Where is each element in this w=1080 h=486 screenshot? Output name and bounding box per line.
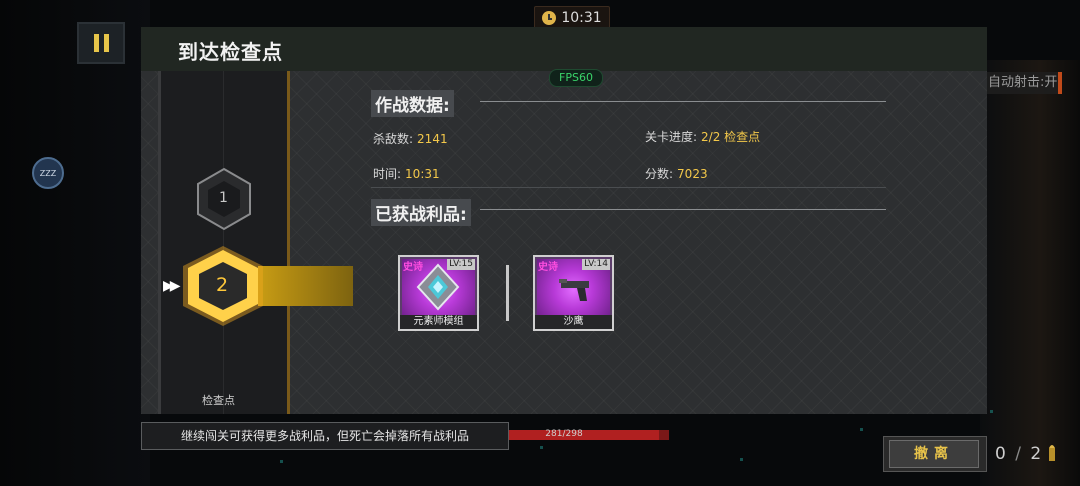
loot-warning-hint: 继续闯关可获得更多战利品，但死亡会掉落所有战利品 xyxy=(141,422,509,450)
background-speck xyxy=(860,428,863,431)
ammo-separator: / xyxy=(1015,444,1023,464)
panel-title: 到达检查点 xyxy=(178,40,283,64)
stat-progress: 关卡进度: 2/2 检查点 xyxy=(645,128,760,145)
auto-fire-label: 自动射击:开 xyxy=(988,75,1058,90)
checkpoint-node-1-number: 1 xyxy=(219,190,228,206)
ammo-max: 2 xyxy=(1030,444,1044,464)
section-divider xyxy=(480,101,886,102)
stat-kills-label: 杀敌数: xyxy=(373,132,414,146)
checkpoint-progress-highlight xyxy=(258,266,353,306)
stat-score: 分数: 7023 xyxy=(645,165,708,182)
sleep-status-text: ZZZ xyxy=(39,168,57,178)
background-speck xyxy=(540,446,543,449)
stat-progress-value: 2/2 检查点 xyxy=(701,130,761,144)
stat-progress-label: 关卡进度: xyxy=(645,130,698,144)
stat-time: 时间: 10:31 xyxy=(373,165,440,182)
background-speck xyxy=(280,460,283,463)
sleep-status-icon: ZZZ xyxy=(32,157,64,189)
loot-item-rarity: 史诗 xyxy=(538,262,558,273)
loot-item-name: 沙鹰 xyxy=(535,315,612,329)
pause-icon-bar xyxy=(103,34,109,52)
stat-score-label: 分数: xyxy=(645,167,674,181)
loot-item-level: LV:15 xyxy=(447,259,475,270)
current-checkpoint-arrow-icon: ▶▶ xyxy=(163,278,180,294)
checkpoint-track xyxy=(158,71,290,414)
loot-item[interactable]: 史诗 LV:15 元素师模组 xyxy=(398,255,479,331)
stat-time-value: 10:31 xyxy=(405,167,440,181)
track-centerline xyxy=(223,71,224,414)
ammo-counter: 0 / 2 xyxy=(995,444,1043,464)
track-edge xyxy=(287,71,290,414)
stat-score-value: 7023 xyxy=(677,167,708,181)
background-left xyxy=(0,0,150,486)
background-speck xyxy=(990,410,993,413)
combat-data-title: 作战数据: xyxy=(371,90,454,117)
evacuate-button[interactable]: 撤离 xyxy=(889,440,979,468)
clock-time: 10:31 xyxy=(561,10,602,26)
loot-item-name: 元素师模组 xyxy=(400,315,477,329)
loot-item[interactable]: 史诗 LV:14 沙鹰 xyxy=(533,255,614,331)
stats-divider xyxy=(371,187,886,188)
section-divider xyxy=(480,209,886,210)
stat-kills-value: 2141 xyxy=(417,132,448,146)
checkpoint-label: 检查点 xyxy=(202,394,235,407)
loot-title: 已获战利品: xyxy=(371,199,471,226)
checkpoint-node-2-number: 2 xyxy=(216,274,229,296)
stat-time-label: 时间: xyxy=(373,167,402,181)
player-health-text: 281/298 xyxy=(545,429,583,439)
pause-icon-bar xyxy=(93,34,99,52)
auto-fire-toggle[interactable]: 自动射击:开 xyxy=(986,72,1062,94)
loot-item-rarity: 史诗 xyxy=(403,262,423,273)
background-right xyxy=(980,60,1080,486)
pause-button[interactable] xyxy=(77,22,125,64)
loot-divider xyxy=(506,265,509,321)
loot-item-level: LV:14 xyxy=(582,259,610,270)
background-speck xyxy=(740,458,743,461)
bullet-icon xyxy=(1049,445,1055,461)
stat-kills: 杀敌数: 2141 xyxy=(373,130,448,147)
clock-icon xyxy=(542,11,557,25)
fps-counter: FPS60 xyxy=(549,69,603,87)
ammo-current: 0 xyxy=(995,444,1008,464)
